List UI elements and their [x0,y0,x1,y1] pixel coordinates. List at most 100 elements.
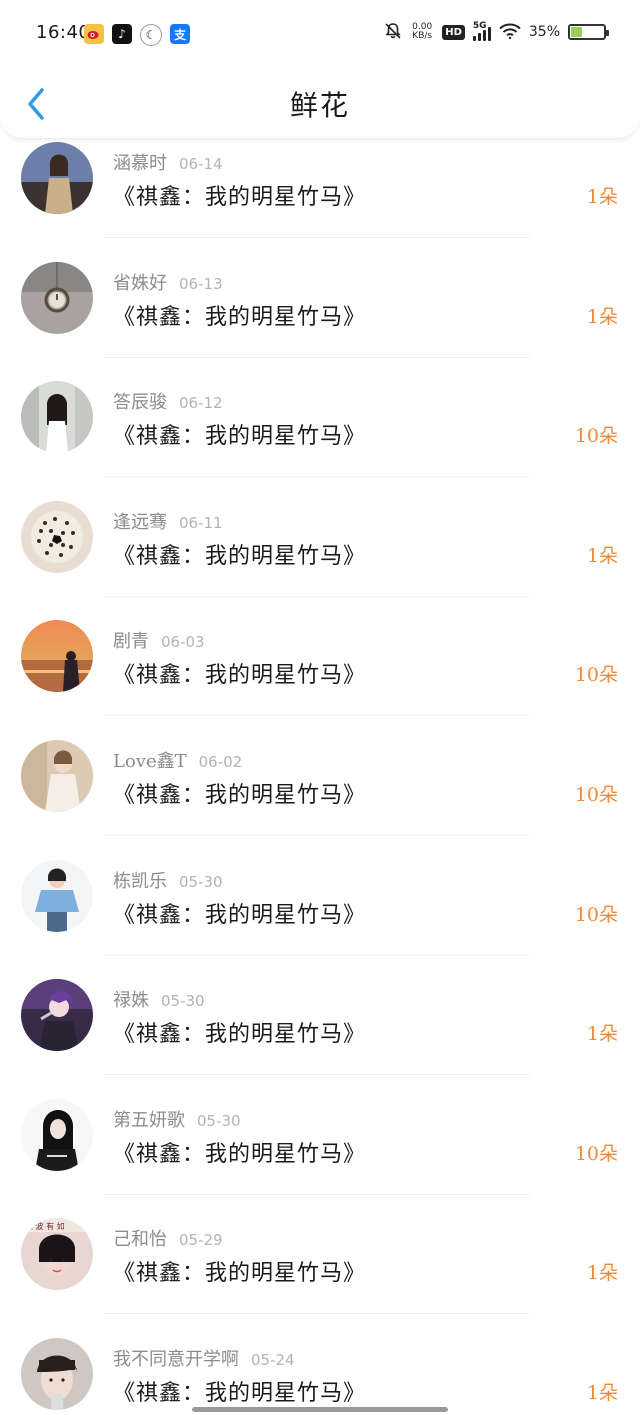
svg-text:果 波 有 如: 果 波 有 如 [25,1221,65,1231]
gift-date: 05-30 [161,992,205,1011]
username[interactable]: 剧青 [113,627,149,653]
header: 16:40 ♪ ☾ 支 0.00 KB/s HD 5G 35% 鲜花 [0,0,640,139]
tiktok-icon: ♪ [112,24,132,44]
username[interactable]: Love鑫T [113,747,187,773]
book-title: 《祺鑫：我的明星竹马》 [113,424,367,450]
book-title: 《祺鑫：我的明星竹马》 [113,304,367,330]
username[interactable]: 第五妍歌 [113,1106,185,1132]
username[interactable]: 涵慕时 [113,149,167,175]
gift-date: 05-24 [251,1350,295,1369]
weibo-icon [84,24,104,44]
flower-count: 1朵 [586,186,618,208]
divider [104,954,530,956]
flower-count: 10朵 [574,425,618,448]
item-meta: 省姝好 06-13 [113,269,223,295]
flower-count: 10朵 [574,903,618,926]
flower-count: 1朵 [586,544,618,567]
wifi-icon [499,23,521,41]
divider [104,476,530,478]
status-right-cluster: 0.00 KB/s HD 5G 35% [384,21,609,42]
divider [104,1193,530,1195]
battery-level [571,27,583,37]
list-item[interactable]: 我不同意开学啊 05-24 《祺鑫：我的明星竹马》 1朵 [0,1334,640,1415]
list-item[interactable]: 第五妍歌 05-30 《祺鑫：我的明星竹马》 10朵 [0,1095,640,1215]
back-button[interactable] [18,80,54,128]
gift-date: 06-13 [179,274,223,293]
username[interactable]: 己和怡 [113,1225,167,1251]
bell-muted-icon [384,22,402,42]
item-meta: 第五妍歌 05-30 [113,1106,241,1132]
book-title: 《祺鑫：我的明星竹马》 [113,185,367,210]
book-title: 《祺鑫：我的明星竹马》 [113,543,367,569]
divider [104,1074,530,1076]
book-title: 《祺鑫：我的明星竹马》 [113,1141,367,1167]
avatar[interactable] [21,1098,93,1171]
status-time: 16:40 [36,22,91,43]
gift-date: 05-30 [197,1111,241,1130]
flower-count: 1朵 [586,305,618,328]
divider [104,834,530,836]
book-title: 《祺鑫：我的明星竹马》 [113,663,367,689]
book-title: 《祺鑫：我的明星竹马》 [113,1380,367,1406]
item-meta: 我不同意开学啊 05-24 [113,1345,295,1371]
flower-list: 涵慕时 06-14 《祺鑫：我的明星竹马》 1朵 省姝好 06-13 《祺鑫：我的明星竹马》… [0,138,640,1415]
username[interactable]: 答辰骏 [113,388,167,414]
avatar[interactable] [21,500,93,573]
item-meta: 栋凯乐 05-30 [113,867,223,893]
flower-count: 10朵 [574,783,618,806]
alipay-icon: 支 [170,24,190,44]
avatar[interactable] [21,261,93,334]
book-title: 《祺鑫：我的明星竹马》 [113,782,367,808]
item-meta: 涵慕时 06-14 [113,149,223,175]
status-bar: 16:40 ♪ ☾ 支 0.00 KB/s HD 5G 35% [0,0,640,68]
divider [104,595,530,597]
avatar[interactable] [21,739,93,812]
gift-date: 05-30 [179,872,223,891]
item-meta: 剧青 06-03 [113,627,205,653]
avatar[interactable] [21,142,93,214]
avatar[interactable] [21,1337,93,1410]
gift-date: 05-29 [179,1231,223,1250]
book-title: 《祺鑫：我的明星竹马》 [113,1261,367,1287]
list-item[interactable]: 省姝好 06-13 《祺鑫：我的明星竹马》 1朵 [0,258,640,378]
network-type: 5G [472,21,487,31]
flower-count: 1朵 [586,1262,618,1285]
avatar[interactable] [21,859,93,932]
username[interactable]: 省姝好 [113,269,167,295]
avatar[interactable] [21,381,93,454]
battery-percent: 35% [528,24,560,40]
net-speed: 0.00 KB/s [412,22,433,41]
divider [104,715,530,717]
home-indicator[interactable] [192,1407,448,1412]
notification-app-icons: ♪ ☾ 支 [84,24,190,46]
username[interactable]: 禄姝 [113,986,149,1012]
hd-badge: HD [442,24,465,40]
username[interactable]: 逢远骞 [113,508,167,534]
username[interactable]: 栋凯乐 [113,867,167,893]
item-meta: 逢远骞 06-11 [113,508,223,534]
gift-date: 06-02 [198,752,243,771]
flower-count: 10朵 [574,1142,618,1165]
username[interactable]: 我不同意开学啊 [113,1345,239,1371]
list-item[interactable]: 逢远骞 06-11 《祺鑫：我的明星竹马》 1朵 [0,497,640,617]
divider [104,356,530,358]
page-title: 鲜花 [289,89,350,122]
list-item[interactable]: 禄姝 05-30 《祺鑫：我的明星竹马》 1朵 [0,975,640,1095]
avatar[interactable] [21,620,93,693]
list-item[interactable]: 栋凯乐 05-30 《祺鑫：我的明星竹马》 10朵 [0,856,640,976]
chevron-left-icon [28,88,44,120]
gift-date: 06-12 [179,394,223,413]
list-item[interactable]: Love鑫T 06-02 《祺鑫：我的明星竹马》 10朵 [0,736,640,856]
signal-icon: 5G [472,21,491,41]
gift-date: 06-11 [179,513,223,532]
list-item[interactable]: 剧青 06-03 《祺鑫：我的明星竹马》 10朵 [0,616,640,736]
list-item[interactable]: 答辰骏 06-12 《祺鑫：我的明星竹马》 10朵 [0,377,640,497]
avatar[interactable]: 果 波 有 如 [21,1218,93,1291]
list-item[interactable]: 涵慕时 06-14 《祺鑫：我的明星竹马》 1朵 [0,138,640,258]
list-item[interactable]: 果 波 有 如 己和怡 05-29 《祺鑫：我的明星竹马》 1朵 [0,1214,640,1334]
book-title: 《祺鑫：我的明星竹马》 [113,1022,367,1048]
avatar[interactable] [21,979,93,1052]
gift-date: 06-03 [161,633,205,652]
item-meta: 答辰骏 06-12 [113,388,223,414]
book-title: 《祺鑫：我的明星竹马》 [113,902,367,928]
